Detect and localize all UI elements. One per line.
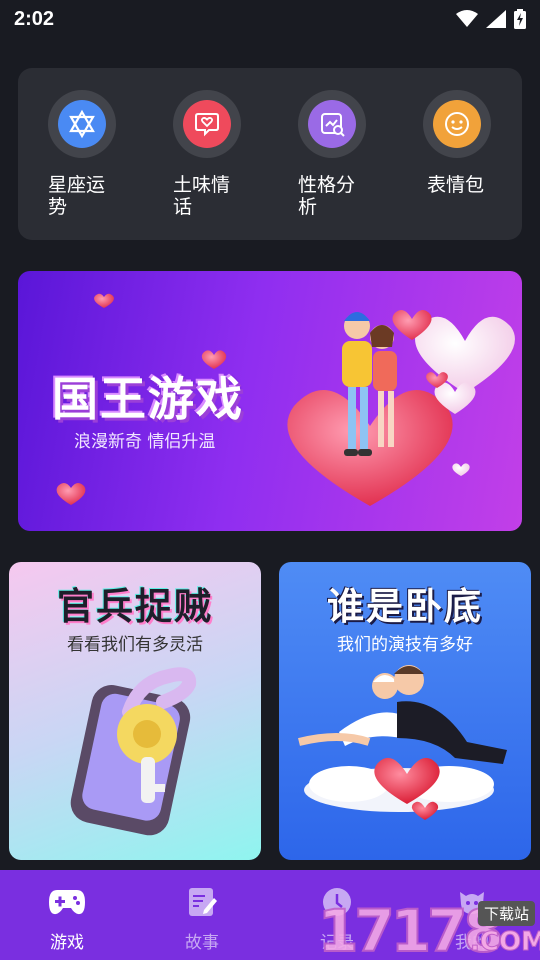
category-icon-ring xyxy=(298,90,366,158)
category-label: 星座运势 xyxy=(48,174,106,218)
couple-cloud-illustration xyxy=(298,665,507,820)
tab-games[interactable]: 游戏 xyxy=(27,884,107,953)
tab-label: 故事 xyxy=(185,933,219,953)
site-watermark: 17178 下载站 .COM xyxy=(317,893,540,960)
signal-icon xyxy=(486,10,506,28)
notebook-pen-icon xyxy=(182,884,222,920)
banner-subtitle: 浪漫新奇 情侣升温 xyxy=(74,432,216,452)
watermark-tag: 下载站 xyxy=(478,901,536,926)
category-icon-ring xyxy=(48,90,116,158)
category-card: 星座运势 土味情话 性格分析 表情包 xyxy=(18,68,522,240)
tab-label: 游戏 xyxy=(50,933,84,953)
status-icons xyxy=(456,9,526,29)
category-icon-ring xyxy=(423,90,491,158)
tab-stories[interactable]: 故事 xyxy=(162,884,242,953)
category-horoscope[interactable]: 星座运势 xyxy=(48,90,158,218)
category-stickers[interactable]: 表情包 xyxy=(423,90,533,196)
category-label: 表情包 xyxy=(427,174,485,196)
category-love-lines[interactable]: 土味情话 xyxy=(173,90,283,218)
analysis-icon xyxy=(308,100,356,148)
category-personality[interactable]: 性格分析 xyxy=(298,90,408,218)
game-card-who-is-undercover[interactable]: 谁是卧底 我们的演技有多好 xyxy=(279,562,531,860)
chat-heart-icon xyxy=(183,100,231,148)
game-card-cops-thieves[interactable]: 官兵捉贼 看看我们有多灵活 xyxy=(9,562,261,860)
wifi-icon xyxy=(456,10,478,27)
smiley-icon xyxy=(433,100,481,148)
battery-icon xyxy=(514,9,526,29)
category-label: 土味情话 xyxy=(173,174,231,218)
king-game-banner[interactable]: 国王游戏 浪漫新奇 情侣升温 xyxy=(18,271,522,531)
status-time: 2:02 xyxy=(14,7,55,30)
gamepad-icon xyxy=(47,884,87,920)
star-of-david-icon xyxy=(58,100,106,148)
banner-title: 国王游戏 xyxy=(52,372,244,426)
category-label: 性格分析 xyxy=(298,174,356,218)
phone-key-illustration xyxy=(70,667,197,836)
category-icon-ring xyxy=(173,90,241,158)
status-bar: 2:02 xyxy=(0,0,540,38)
watermark-suffix: .COM xyxy=(470,927,540,958)
